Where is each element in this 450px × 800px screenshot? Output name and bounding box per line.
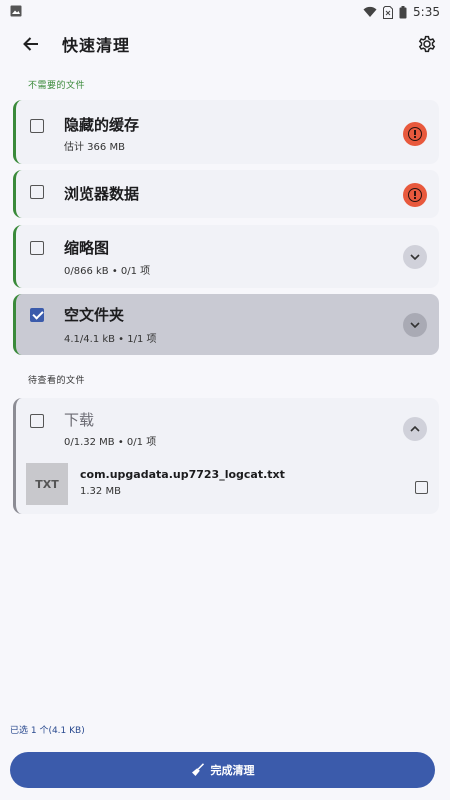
file-thumbnail: TXT: [26, 463, 68, 505]
category-card-thumbnails[interactable]: 缩略图 0/866 kB • 0/1 项: [13, 225, 439, 288]
card-subtitle: 0/866 kB • 0/1 项: [64, 266, 151, 277]
back-button[interactable]: [20, 33, 42, 55]
no-sim-icon: [383, 5, 394, 19]
alert-icon[interactable]: [403, 183, 427, 207]
card-title: 隐藏的缓存: [64, 116, 140, 134]
card-title: 浏览器数据: [64, 185, 140, 203]
finish-cleanup-label: 完成清理: [210, 764, 255, 777]
wifi-icon: [363, 6, 377, 18]
card-title: 空文件夹: [64, 306, 125, 324]
section-label-review: 待查看的文件: [28, 376, 86, 386]
file-row[interactable]: TXT com.upgadata.up7723_logcat.txt 1.32 …: [16, 463, 439, 513]
chevron-up-icon: [410, 426, 420, 432]
finish-cleanup-button[interactable]: 完成清理: [10, 752, 435, 788]
card-title: 缩略图: [64, 239, 110, 257]
chevron-down-icon: [410, 322, 420, 328]
alert-icon[interactable]: [403, 122, 427, 146]
collapse-button[interactable]: [403, 417, 427, 441]
page-title: 快速清理: [62, 36, 131, 55]
arrow-left-icon: [23, 37, 38, 51]
category-card-hidden-cache[interactable]: 隐藏的缓存 估计 366 MB: [13, 100, 439, 164]
battery-icon: [399, 5, 407, 19]
broom-icon: [191, 763, 204, 776]
section-label-unneeded: 不需要的文件: [28, 81, 86, 91]
category-card-downloads[interactable]: 下载 0/1.32 MB • 0/1 项 TXT com.upgadata.up…: [13, 398, 439, 514]
chevron-down-icon: [410, 254, 420, 260]
card-subtitle: 估计 366 MB: [64, 142, 125, 153]
category-card-browser-data[interactable]: 浏览器数据: [13, 170, 439, 218]
category-card-empty-folders[interactable]: 空文件夹 4.1/4.1 kB • 1/1 项: [13, 294, 439, 355]
clock: 5:35: [413, 5, 440, 19]
app-bar: 快速清理: [0, 24, 450, 64]
settings-button[interactable]: [416, 33, 438, 55]
expand-button[interactable]: [403, 313, 427, 337]
expand-button[interactable]: [403, 245, 427, 269]
browser-data-checkbox[interactable]: [30, 185, 44, 199]
thumbnails-checkbox[interactable]: [30, 241, 44, 255]
downloads-checkbox[interactable]: [30, 414, 44, 428]
card-subtitle: 0/1.32 MB • 0/1 项: [64, 437, 157, 448]
file-checkbox[interactable]: [415, 481, 428, 494]
card-title: 下载: [64, 411, 95, 429]
card-subtitle: 4.1/4.1 kB • 1/1 项: [64, 334, 157, 345]
hidden-cache-checkbox[interactable]: [30, 119, 44, 133]
file-size: 1.32 MB: [80, 486, 121, 497]
file-name: com.upgadata.up7723_logcat.txt: [80, 468, 285, 481]
image-notification-icon: [10, 5, 22, 20]
selection-summary: 已选 1 个(4.1 KB): [10, 726, 85, 736]
gear-icon: [418, 35, 436, 53]
status-bar: 5:35: [0, 0, 450, 24]
empty-folders-checkbox[interactable]: [30, 308, 44, 322]
